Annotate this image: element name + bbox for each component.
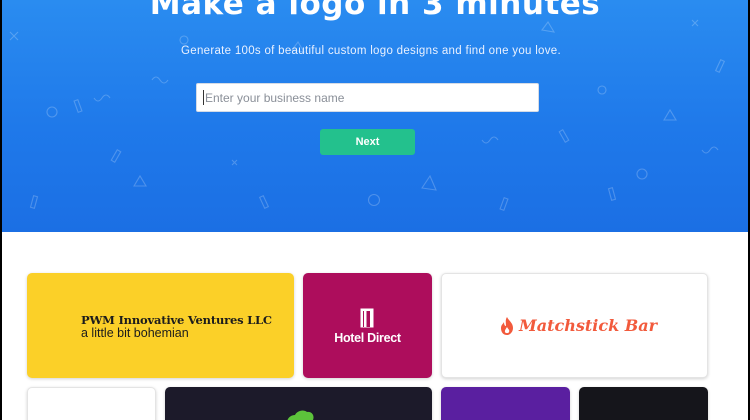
text-caret bbox=[203, 90, 204, 105]
logo-card[interactable] bbox=[27, 387, 156, 420]
flame-icon bbox=[501, 317, 513, 335]
logo-card[interactable] bbox=[579, 387, 708, 420]
page-title: Make a logo in 3 minutes bbox=[149, 0, 601, 22]
page: Make a logo in 3 minutes Generate 100s o… bbox=[2, 0, 748, 420]
next-button[interactable]: Next bbox=[320, 129, 415, 155]
logo-tagline: a little bit bohemian bbox=[81, 326, 189, 340]
hero-pattern bbox=[9, 19, 726, 212]
logo-name: Matchstick Bar bbox=[519, 316, 658, 335]
leaf-blob-icon bbox=[287, 410, 314, 420]
logo-name: PWM Innovative Ventures LLC bbox=[81, 313, 272, 327]
logo-card[interactable] bbox=[441, 387, 570, 420]
logo-name: Hotel Direct bbox=[334, 331, 401, 345]
logo-card-matchstick-bar[interactable]: Matchstick Bar bbox=[441, 273, 708, 378]
door-icon bbox=[360, 308, 374, 328]
logo-card[interactable] bbox=[165, 387, 432, 420]
hero-banner: Make a logo in 3 minutes Generate 100s o… bbox=[2, 0, 748, 232]
logo-card-hotel-direct[interactable]: Hotel Direct bbox=[303, 273, 432, 378]
business-name-input[interactable] bbox=[196, 83, 539, 112]
hero-subtitle: Generate 100s of beautiful custom logo d… bbox=[181, 45, 561, 57]
logo-card-pwm[interactable]: PWM Innovative Ventures LLC a little bit… bbox=[27, 273, 294, 378]
